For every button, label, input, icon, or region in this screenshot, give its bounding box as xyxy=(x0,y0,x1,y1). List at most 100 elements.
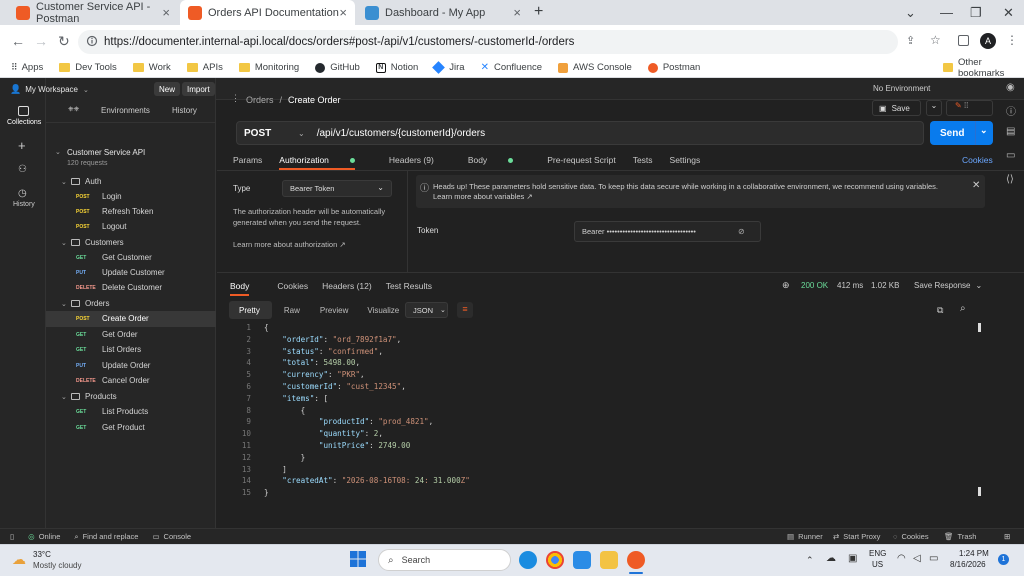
sidebar-tab-environments[interactable]: Environments xyxy=(101,106,150,115)
menu-icon[interactable]: ⋮ xyxy=(1006,33,1018,47)
tab-headers[interactable]: Headers (9) xyxy=(389,155,451,165)
clock-time[interactable]: 1:24 PM xyxy=(959,549,989,558)
scrollbar-thumb-bottom[interactable] xyxy=(978,487,981,496)
view-tab-visualize[interactable]: Visualize xyxy=(367,306,399,315)
app-tray-icon[interactable]: ▣ xyxy=(848,553,857,564)
side-panel-icon[interactable] xyxy=(958,35,969,46)
clock-date[interactable]: 8/16/2026 xyxy=(950,560,986,569)
response-tab-cookies[interactable]: Cookies xyxy=(277,281,308,291)
bookmark-apps[interactable]: ⠿ Apps xyxy=(11,62,43,73)
new-tab-button[interactable]: + xyxy=(534,3,543,21)
close-window-button[interactable]: ✕ xyxy=(1003,0,1014,25)
other-bookmarks[interactable]: Other bookmarks xyxy=(943,57,1024,79)
bookmark-star-icon[interactable]: ☆ xyxy=(930,33,941,47)
response-tab-body[interactable]: Body xyxy=(230,281,263,296)
cookies-button[interactable]: ◌ Cookies xyxy=(893,532,929,541)
taskbar-search[interactable]: ⌕ Search xyxy=(378,549,511,571)
mock-server-icon[interactable]: ⚇ xyxy=(18,164,27,175)
environment-selector[interactable]: No Environment xyxy=(873,84,930,93)
chevron-down-icon[interactable]: ⌄ xyxy=(980,125,988,136)
eye-icon[interactable]: ◉ xyxy=(1006,82,1015,93)
request-item-selected[interactable]: POST Create Order xyxy=(46,311,216,327)
bookmark-work[interactable]: Work xyxy=(132,62,171,73)
documentation-icon[interactable]: ▤ xyxy=(1006,126,1015,137)
chrome-icon[interactable] xyxy=(546,551,564,569)
back-button[interactable]: ← xyxy=(11,33,25,49)
folder-auth[interactable]: ⌄ Auth xyxy=(46,174,216,190)
folder-products[interactable]: ⌄ Products xyxy=(46,389,216,405)
share-icon[interactable]: ⇪ xyxy=(906,34,915,47)
bookmark-apis[interactable]: APIs xyxy=(186,62,223,73)
request-item[interactable]: GET Get Order xyxy=(46,327,216,343)
edge-icon[interactable] xyxy=(519,551,537,569)
vscode-icon[interactable] xyxy=(573,551,591,569)
maximize-button[interactable]: ❐ xyxy=(970,0,982,25)
response-size[interactable]: 1.02 KB xyxy=(871,281,899,290)
bookmark-github[interactable]: GitHub xyxy=(315,62,360,73)
history-icon[interactable]: ◷ xyxy=(18,188,27,199)
collections-icon[interactable] xyxy=(18,106,29,116)
request-item[interactable]: GET Get Product xyxy=(46,420,216,436)
breadcrumb-parent[interactable]: Orders xyxy=(246,95,274,105)
request-item[interactable]: DELETE Delete Customer xyxy=(46,280,216,296)
import-button[interactable]: Import xyxy=(182,82,215,96)
forward-button[interactable]: → xyxy=(34,33,48,49)
save-response-button[interactable]: Save Response ⌄ xyxy=(914,281,982,290)
request-item[interactable]: DELETE Cancel Order xyxy=(46,373,216,389)
rail-collections-label[interactable]: Collections xyxy=(7,119,41,126)
request-item[interactable]: PUT Update Customer xyxy=(46,265,216,281)
close-icon[interactable]: × xyxy=(162,5,170,20)
wrap-lines-icon[interactable]: ≡ xyxy=(457,302,473,318)
request-item[interactable]: GET List Products xyxy=(46,404,216,420)
folder-customers[interactable]: ⌄ Customers xyxy=(46,235,216,251)
wifi-icon[interactable]: ◠ xyxy=(897,553,906,564)
language-bottom[interactable]: US xyxy=(872,560,883,569)
cookies-link[interactable]: Cookies xyxy=(962,155,993,165)
response-tab-test-results[interactable]: Test Results xyxy=(386,281,432,291)
volume-icon[interactable]: ◁ xyxy=(913,553,921,564)
request-item[interactable]: GET List Orders xyxy=(46,342,216,358)
close-icon[interactable]: × xyxy=(513,5,521,20)
bookmark-postman[interactable]: Postman xyxy=(647,62,700,73)
edit-icon[interactable]: ✎ ⁞⁞ xyxy=(946,100,993,116)
url-input[interactable]: https://documenter.internal-api.local/do… xyxy=(78,30,898,54)
tab-body[interactable]: Body xyxy=(468,155,530,165)
sidebar-tab-collections-icon[interactable]: ⎈⎈ xyxy=(68,106,79,114)
tab-pre-request-script[interactable]: Pre-request Script xyxy=(547,155,616,165)
browser-tab-active[interactable]: Orders API Documentation × xyxy=(180,0,355,25)
postman-icon[interactable] xyxy=(627,551,645,569)
weather-temp[interactable]: 33°C xyxy=(33,550,51,559)
request-item[interactable]: POST Login xyxy=(46,189,216,205)
bookmark-aws-console[interactable]: AWS Console xyxy=(558,62,632,73)
token-input[interactable]: Bearer •••••••••••••••••••••••••••••••••… xyxy=(574,221,761,242)
bookmark-jira[interactable]: Jira xyxy=(432,61,465,74)
request-item[interactable]: GET Get Customer xyxy=(46,250,216,266)
browser-tab[interactable]: Customer Service API - Postman × xyxy=(8,0,178,25)
windows-start-icon[interactable] xyxy=(350,551,366,567)
status-code[interactable]: 200 OK xyxy=(801,281,828,290)
language-top[interactable]: ENG xyxy=(869,549,886,558)
folder-orders[interactable]: ⌄ Orders xyxy=(46,296,216,312)
search-icon[interactable]: ⌕ xyxy=(960,303,966,314)
format-select[interactable]: JSON ⌄ xyxy=(405,302,448,318)
collection-name[interactable]: Customer Service API xyxy=(67,148,145,157)
new-button[interactable]: New xyxy=(154,82,181,96)
rail-history-label[interactable]: History xyxy=(13,201,35,208)
weather-icon[interactable]: ☁ xyxy=(12,551,26,568)
cloud-icon[interactable]: ☁ xyxy=(826,553,836,564)
auth-type-select[interactable]: Bearer Token ⌄ xyxy=(282,180,392,197)
bookmark-dev-tools[interactable]: Dev Tools xyxy=(59,62,117,73)
tab-settings[interactable]: Settings xyxy=(670,155,701,165)
scrollbar-thumb-top[interactable] xyxy=(978,323,981,332)
eye-slash-icon[interactable]: ⊘ xyxy=(738,227,745,236)
save-button[interactable]: ▣ Save xyxy=(872,100,921,116)
globe-icon[interactable]: ⊕ xyxy=(782,280,790,291)
view-tab-raw[interactable]: Raw xyxy=(284,306,300,315)
file-explorer-icon[interactable] xyxy=(600,551,618,569)
weather-desc[interactable]: Mostly cloudy xyxy=(33,561,81,570)
workspace-selector[interactable]: 👤 My Workspace ⌄ xyxy=(10,84,89,95)
save-dropdown-button[interactable]: ⌄ xyxy=(926,100,942,116)
site-info-icon[interactable] xyxy=(86,35,98,47)
copy-icon[interactable]: ⧉ xyxy=(937,305,943,316)
method-selector[interactable]: POST xyxy=(244,128,284,139)
